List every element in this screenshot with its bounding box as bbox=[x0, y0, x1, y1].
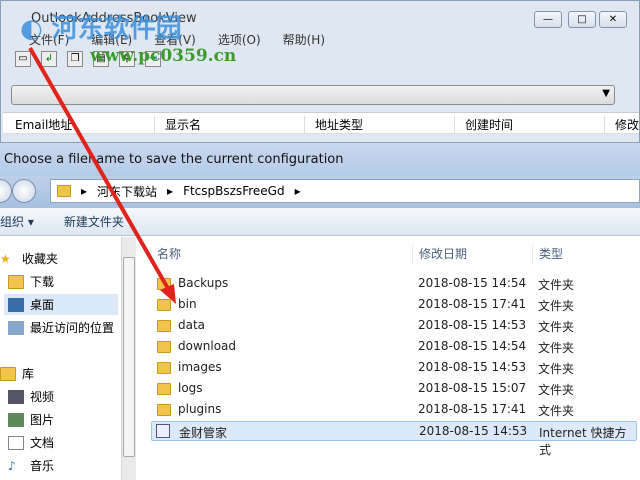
red-arrow-annotation bbox=[28, 47, 176, 304]
